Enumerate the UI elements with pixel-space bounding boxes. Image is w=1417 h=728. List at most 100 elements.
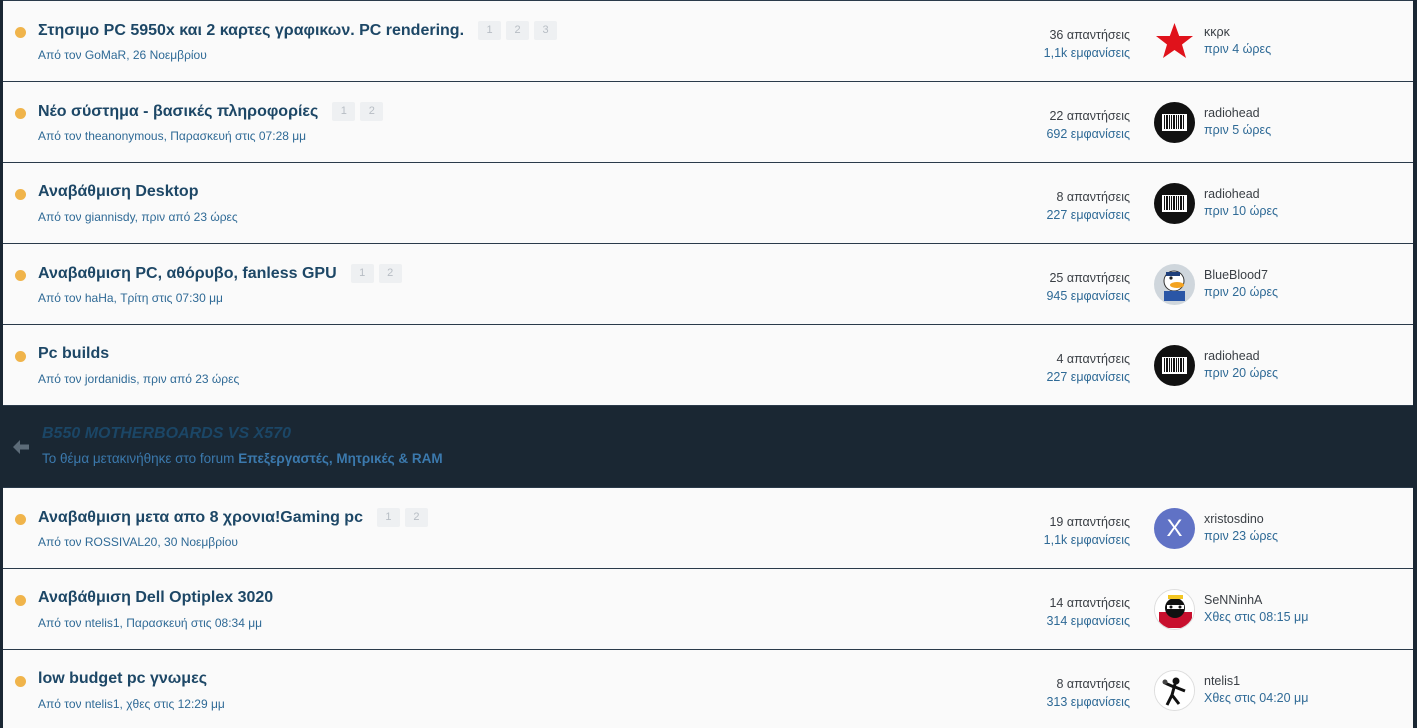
view-count: 692 εμφανίσεις (1046, 127, 1130, 141)
moved-topic-row[interactable]: B550 MOTHERBOARDS VS X570 Το θέμα μετακι… (3, 405, 1413, 487)
last-poster-name[interactable]: BlueBlood7 (1204, 267, 1278, 284)
topic-author-meta[interactable]: Από τον haHa, Τρίτη στις 07:30 μμ (38, 291, 223, 305)
last-post-info: κκρκ πριν 4 ώρες (1204, 24, 1271, 58)
last-poster-name[interactable]: radiohead (1204, 186, 1278, 203)
topic-row[interactable]: Αναβάθμιση Desktop Από τον giannisdy, πρ… (3, 162, 1413, 243)
moved-topic-title[interactable]: B550 MOTHERBOARDS VS X570 (42, 425, 291, 443)
last-post-time[interactable]: πριν 4 ώρες (1204, 41, 1271, 58)
topic-stats: 4 απαντήσεις 227 εμφανίσεις (1046, 350, 1130, 386)
topic-title-link[interactable]: Νέο σύστημα - βασικές πληροφορίες (38, 103, 318, 121)
last-post-info: xristosdino πριν 23 ώρες (1204, 511, 1278, 545)
view-count: 314 εμφανίσεις (1046, 614, 1130, 628)
topic-stats: 25 απαντήσεις 945 εμφανίσεις (1046, 269, 1130, 305)
topic-stats: 19 απαντήσεις 1,1k εμφανίσεις (1044, 513, 1130, 549)
topic-title-link[interactable]: Αναβαθμιση PC, αθόρυβο, fanless GPU (38, 265, 337, 283)
topic-row[interactable]: Pc builds Από τον jordanidis, πριν από 2… (3, 324, 1413, 405)
last-post-time[interactable]: πριν 20 ώρες (1204, 365, 1278, 382)
topic-stats: 14 απαντήσεις 314 εμφανίσεις (1046, 594, 1130, 630)
reply-count: 36 απαντήσεις (1049, 28, 1130, 42)
unread-indicator-icon (15, 595, 26, 606)
page-link[interactable]: 1 (350, 264, 374, 283)
page-link[interactable]: 2 (378, 264, 402, 283)
reply-count: 8 απαντήσεις (1056, 677, 1130, 691)
view-count: 945 εμφανίσεις (1046, 289, 1130, 303)
topic-author-meta[interactable]: Από τον ntelis1, χθες στις 12:29 μμ (38, 697, 225, 711)
page-link[interactable]: 1 (332, 102, 356, 121)
cartoon-avatar[interactable] (1154, 589, 1195, 630)
last-post-info: radiohead πριν 5 ώρες (1204, 105, 1271, 139)
unread-indicator-icon (15, 189, 26, 200)
page-link[interactable]: 3 (534, 21, 558, 40)
view-count: 1,1k εμφανίσεις (1043, 46, 1130, 60)
reply-count: 19 απαντήσεις (1049, 515, 1130, 529)
last-post-time[interactable]: πριν 20 ώρες (1204, 284, 1278, 301)
page-link[interactable]: 2 (404, 508, 428, 527)
topic-row[interactable]: Αναβαθμιση PC, αθόρυβο, fanless GPU 1 2 … (3, 243, 1413, 324)
duck-avatar[interactable] (1154, 264, 1195, 305)
topic-row[interactable]: low budget pc γνωμες Από τον ntelis1, χθ… (3, 649, 1413, 728)
topic-author-meta[interactable]: Από τον jordanidis, πριν από 23 ώρες (38, 372, 239, 386)
topic-title-link[interactable]: Pc builds (38, 345, 109, 363)
unread-indicator-icon (15, 108, 26, 119)
last-poster-name[interactable]: SeNNinhA (1204, 592, 1308, 609)
page-link[interactable]: 1 (376, 508, 400, 527)
flower-thrower-avatar[interactable] (1154, 670, 1195, 711)
last-post-time[interactable]: πριν 23 ώρες (1204, 528, 1278, 545)
topic-title-link[interactable]: Αναβαθμιση μετα απο 8 χρονια!Gaming pc (38, 509, 363, 527)
topic-author-meta[interactable]: Από τον theanonymous, Παρασκευή στις 07:… (38, 129, 306, 143)
view-count: 1,1k εμφανίσεις (1043, 533, 1130, 547)
reply-count: 8 απαντήσεις (1056, 190, 1130, 204)
last-post-info: SeNNinhA Χθες στις 08:15 μμ (1204, 592, 1308, 626)
topic-pagination: 1 2 3 (478, 21, 558, 40)
view-count: 227 εμφανίσεις (1046, 208, 1130, 222)
last-post-info: BlueBlood7 πριν 20 ώρες (1204, 267, 1278, 301)
last-poster-name[interactable]: ntelis1 (1204, 673, 1308, 690)
topic-author-meta[interactable]: Από τον ROSSIVAL20, 30 Νοεμβρίου (38, 535, 238, 549)
last-post-info: radiohead πριν 10 ώρες (1204, 186, 1278, 220)
page-link[interactable]: 1 (478, 21, 502, 40)
moved-note-prefix: Το θέμα μετακινήθηκε στο forum (42, 451, 235, 466)
last-poster-name[interactable]: κκρκ (1204, 24, 1271, 41)
topic-list: Στησιμο PC 5950x και 2 καρτες γραφικων. … (3, 0, 1413, 728)
barcode-avatar[interactable] (1154, 102, 1195, 143)
topic-title-link[interactable]: Αναβάθμιση Desktop (38, 183, 198, 201)
topic-row[interactable]: Στησιμο PC 5950x και 2 καρτες γραφικων. … (3, 0, 1413, 81)
arrow-left-icon (12, 439, 30, 455)
letter-x-avatar[interactable]: X (1154, 508, 1195, 549)
moved-topic-note: Το θέμα μετακινήθηκε στο forum Επεξεργασ… (42, 451, 443, 466)
unread-indicator-icon (15, 270, 26, 281)
topic-author-meta[interactable]: Από τον giannisdy, πριν από 23 ώρες (38, 210, 238, 224)
barcode-avatar[interactable] (1154, 183, 1195, 224)
topic-stats: 22 απαντήσεις 692 εμφανίσεις (1046, 107, 1130, 143)
unread-indicator-icon (15, 351, 26, 362)
last-poster-name[interactable]: xristosdino (1204, 511, 1278, 528)
topic-row[interactable]: Αναβάθμιση Dell Optiplex 3020 Από τον nt… (3, 568, 1413, 649)
unread-indicator-icon (15, 676, 26, 687)
reply-count: 22 απαντήσεις (1049, 109, 1130, 123)
topic-row[interactable]: Νέο σύστημα - βασικές πληροφορίες 1 2 Απ… (3, 81, 1413, 162)
unread-indicator-icon (15, 514, 26, 525)
topic-title-link[interactable]: Στησιμο PC 5950x και 2 καρτες γραφικων. … (38, 22, 464, 40)
reply-count: 25 απαντήσεις (1049, 271, 1130, 285)
topic-pagination: 1 2 (332, 102, 384, 121)
last-poster-name[interactable]: radiohead (1204, 348, 1278, 365)
topic-title-link[interactable]: Αναβάθμιση Dell Optiplex 3020 (38, 589, 273, 607)
moved-forum-link[interactable]: Επεξεργαστές, Μητρικές & RAM (238, 451, 442, 466)
red-star-avatar[interactable] (1154, 21, 1195, 62)
topic-row[interactable]: Αναβαθμιση μετα απο 8 χρονια!Gaming pc 1… (3, 487, 1413, 568)
last-post-time[interactable]: πριν 10 ώρες (1204, 203, 1278, 220)
topic-author-meta[interactable]: Από τον ntelis1, Παρασκευή στις 08:34 μμ (38, 616, 262, 630)
topic-stats: 8 απαντήσεις 313 εμφανίσεις (1046, 675, 1130, 711)
topic-stats: 8 απαντήσεις 227 εμφανίσεις (1046, 188, 1130, 224)
topic-title-link[interactable]: low budget pc γνωμες (38, 670, 207, 688)
last-post-time[interactable]: Χθες στις 08:15 μμ (1204, 609, 1308, 626)
page-link[interactable]: 2 (506, 21, 530, 40)
last-poster-name[interactable]: radiohead (1204, 105, 1271, 122)
topic-author-meta[interactable]: Από τον GoMaR, 26 Νοεμβρίου (38, 48, 207, 62)
page-link[interactable]: 2 (360, 102, 384, 121)
last-post-time[interactable]: πριν 5 ώρες (1204, 122, 1271, 139)
last-post-time[interactable]: Χθες στις 04:20 μμ (1204, 690, 1308, 707)
topic-pagination: 1 2 (376, 508, 428, 527)
view-count: 313 εμφανίσεις (1046, 695, 1130, 709)
barcode-avatar[interactable] (1154, 345, 1195, 386)
